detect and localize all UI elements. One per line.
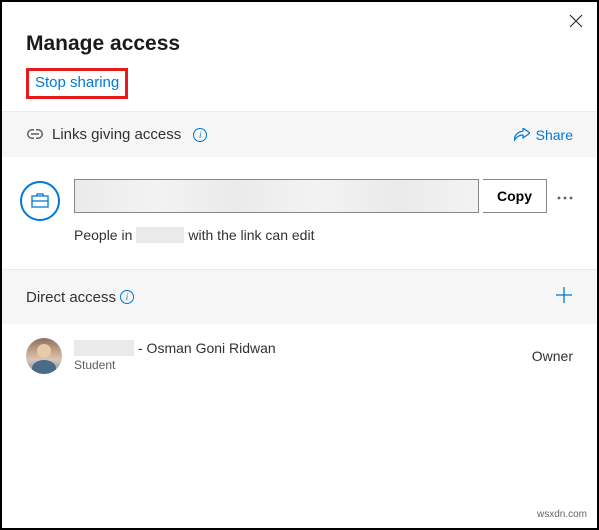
close-button[interactable] [569,12,583,33]
person-row: - Osman Goni Ridwan Student Owner [2,324,597,388]
share-link-input[interactable] [74,179,479,213]
share-button-label: Share [536,127,573,143]
redacted-org [136,227,184,243]
share-button[interactable]: Share [514,127,573,143]
link-row: Copy [74,179,579,213]
link-icon [26,127,44,143]
share-icon [514,128,530,142]
links-section-header: Links giving access i Share [2,112,597,157]
ellipsis-icon [557,196,573,200]
link-block: Copy People in with the link can edit [2,157,597,269]
info-icon[interactable]: i [193,128,207,142]
person-role: Student [74,358,520,372]
links-section: Links giving access i Share Copy People … [2,111,597,269]
close-icon [569,14,583,28]
redacted-name [74,340,134,356]
copy-button[interactable]: Copy [483,179,547,213]
dialog-header: Manage access Stop sharing [2,2,597,111]
avatar [26,338,62,374]
briefcase-icon [31,193,49,209]
person-name: - Osman Goni Ridwan [74,340,520,356]
person-info: - Osman Goni Ridwan Student [74,340,520,372]
permission-label: Owner [532,348,573,364]
info-icon[interactable]: i [120,290,134,304]
watermark: wsxdn.com [537,509,587,520]
link-description: People in with the link can edit [74,227,579,243]
org-link-icon [20,181,60,221]
stop-sharing-button[interactable]: Stop sharing [35,74,119,91]
add-direct-access-button[interactable] [555,284,573,310]
dialog-title: Manage access [26,32,573,56]
plus-icon [555,286,573,304]
stop-sharing-highlight: Stop sharing [26,68,128,99]
link-more-button[interactable] [551,187,579,205]
direct-access-title: Direct access [26,289,116,306]
direct-access-header: Direct access i [2,269,597,324]
links-section-title: Links giving access [52,126,181,143]
